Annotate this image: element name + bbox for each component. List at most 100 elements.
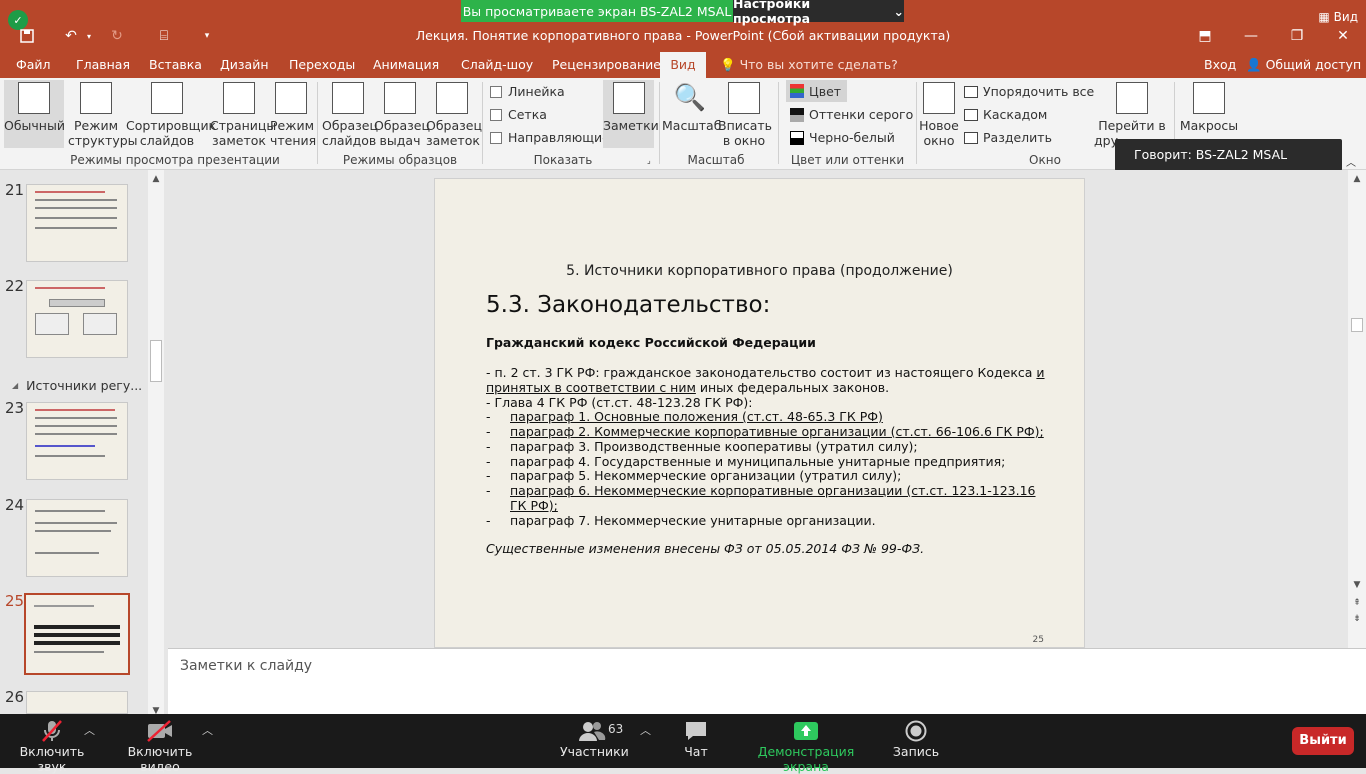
thumbnails-scrollbar[interactable]: ▲ ▼ [148, 170, 164, 716]
slide-list-item[interactable]: - параграф 1. Основные положения (ст.ст. … [486, 409, 883, 424]
window-title: Лекция. Понятие корпоративного права - P… [415, 28, 951, 43]
participants-caret-icon[interactable]: ︿ [640, 722, 651, 738]
editor-scrollbar[interactable]: ▲ ▼ ⇞ ⇟ [1348, 170, 1366, 648]
tab-slideshow[interactable]: Слайд-шоу [457, 52, 537, 78]
zoom-view-button[interactable]: ▦ Вид [1318, 10, 1358, 24]
slide-thumbnail[interactable] [26, 402, 128, 480]
slide-number: 21 [5, 181, 25, 199]
tab-design[interactable]: Дизайн [216, 52, 273, 78]
zoom-button[interactable]: 🔍 Масштаб [662, 80, 721, 148]
video-options-caret-icon[interactable]: ︿ [202, 722, 213, 738]
slide-bold-text[interactable]: Гражданский кодекс Российской Федерации [486, 335, 816, 350]
thumb-line [35, 425, 117, 427]
thumb-line [35, 522, 117, 524]
notes-placeholder: Заметки к слайду [180, 658, 313, 674]
color-button[interactable]: Цвет [786, 80, 848, 102]
slide-thumbnail[interactable] [26, 280, 128, 358]
ribbon-tabs: Файл Главная Вставка Дизайн Переходы Ани… [0, 52, 1366, 78]
reading-view-button[interactable]: Режим чтения [270, 80, 316, 148]
slide-text-line[interactable]: - Глава 4 ГК РФ (ст.ст. 48-123.28 ГК РФ)… [486, 395, 753, 410]
audio-options-caret-icon[interactable]: ︿ [84, 722, 95, 738]
tab-file[interactable]: Файл [12, 52, 55, 78]
minimize-button[interactable]: — [1228, 24, 1274, 48]
grayscale-button[interactable]: Оттенки серого [790, 107, 913, 122]
tab-home[interactable]: Главная [72, 52, 134, 78]
slide-thumbnail[interactable] [26, 184, 128, 262]
thumb-line [49, 299, 105, 307]
close-button[interactable]: ✕ [1320, 24, 1366, 48]
slide-list-item[interactable]: - параграф 3. Производственные кооператив… [486, 439, 918, 454]
guides-checkbox[interactable]: Направляющие [490, 130, 610, 145]
notes-page-button[interactable]: Страницы заметок [210, 80, 276, 148]
slide-list-item[interactable]: - параграф 2. Коммерческие корпоративные … [486, 424, 1044, 439]
handout-master-button[interactable]: Образец выдач [374, 80, 430, 148]
share-screen-button[interactable]: Демонстрация экрана [742, 718, 870, 774]
tab-animation[interactable]: Анимация [369, 52, 443, 78]
thumb-line [35, 409, 115, 411]
tab-review[interactable]: Рецензирование [548, 52, 665, 78]
next-slide-icon[interactable]: ⇟ [1349, 612, 1365, 626]
slide-heading[interactable]: 5.3. Законодательство: [486, 292, 770, 318]
cascade-button[interactable]: Каскадом [964, 107, 1047, 122]
fit-to-window-button[interactable]: Вписать в окно [718, 80, 772, 148]
slide-thumbnail[interactable] [26, 499, 128, 577]
slide-master-button[interactable]: Образец слайдов [322, 80, 378, 148]
share-button[interactable]: 👤 Общий доступ [1246, 52, 1361, 78]
slide-canvas[interactable]: 5. Источники корпоративного права (продо… [434, 178, 1085, 648]
slide-subtitle[interactable]: 5. Источники корпоративного права (продо… [435, 263, 1084, 279]
show-dialog-launcher-icon[interactable]: ⌟ [647, 156, 651, 165]
slide-list-item[interactable]: - параграф 7. Некоммерческие унитарные ор… [486, 513, 876, 528]
thumb-line [35, 199, 117, 201]
black-white-button[interactable]: Черно-белый [790, 130, 895, 145]
tab-insert[interactable]: Вставка [145, 52, 206, 78]
checkbox-icon [490, 85, 502, 98]
scrollbar-thumb[interactable] [1351, 318, 1363, 332]
start-video-button[interactable]: Включить видео [112, 718, 208, 774]
thumb-line [35, 313, 69, 335]
arrange-all-button[interactable]: Упорядочить все [964, 84, 1094, 99]
scroll-up-icon[interactable]: ▲ [148, 172, 164, 186]
tab-view[interactable]: Вид [660, 52, 706, 78]
slide-thumbnail-current[interactable] [24, 593, 130, 675]
chat-button[interactable]: Чат [676, 718, 716, 759]
previous-slide-icon[interactable]: ⇞ [1349, 596, 1365, 610]
new-window-icon [923, 82, 955, 114]
sign-in-link[interactable]: Вход [1204, 52, 1236, 78]
slide-list-item[interactable]: - параграф 4. Государственные и муниципал… [486, 454, 1005, 469]
slide-list-item[interactable]: ГК РФ); [486, 498, 558, 513]
tab-transitions[interactable]: Переходы [285, 52, 359, 78]
ribbon-options-icon[interactable]: ⬒ [1182, 24, 1228, 48]
slide-text-line[interactable]: принятых в соответствии с ним иных федер… [486, 380, 889, 395]
outline-view-button[interactable]: Режим структуры [68, 80, 138, 148]
notes-pane[interactable]: Заметки к слайду [168, 648, 1366, 714]
switch-windows-button[interactable]: Перейти в дру [1094, 80, 1170, 148]
notes-toggle-button[interactable]: Заметки [603, 80, 659, 148]
normal-view-button[interactable]: Обычный [4, 80, 65, 148]
new-window-button[interactable]: Новое окно [918, 80, 960, 148]
slide-italic-note[interactable]: Существенные изменения внесены ФЗ от 05.… [486, 541, 924, 556]
notes-master-button[interactable]: Образец заметок [426, 80, 482, 148]
macros-button[interactable]: Макросы [1178, 80, 1240, 148]
scroll-down-icon[interactable]: ▼ [1349, 578, 1365, 592]
tell-me-search[interactable]: 💡 Что вы хотите сделать? [720, 52, 898, 78]
scrollbar-thumb[interactable] [150, 340, 162, 382]
slide-thumbnail[interactable] [26, 691, 128, 714]
slide-list-item[interactable]: - параграф 6. Некоммерческие корпоративны… [486, 483, 1036, 498]
unmute-button[interactable]: Включить звук [8, 718, 96, 774]
split-icon [964, 131, 978, 144]
group-label-window: Окно [1029, 153, 1061, 167]
thumb-line [35, 455, 105, 457]
view-options-dropdown[interactable]: Настройки просмотра ⌄ [733, 0, 904, 26]
slide-text-line[interactable]: - п. 2 ст. 3 ГК РФ: гражданское законода… [486, 365, 1045, 380]
leave-meeting-button[interactable]: Выйти [1292, 727, 1354, 755]
slide-list-item[interactable]: - параграф 5. Некоммерческие организации … [486, 468, 901, 483]
collapse-ribbon-icon[interactable]: ︿ [1346, 154, 1356, 169]
slide-sorter-button[interactable]: Сортировщик слайдов [126, 80, 216, 148]
restore-button[interactable]: ❐ [1274, 24, 1320, 48]
record-button[interactable]: Запись [890, 718, 942, 759]
grid-checkbox[interactable]: Сетка [490, 107, 547, 122]
scroll-up-icon[interactable]: ▲ [1349, 172, 1365, 186]
section-header[interactable]: ◢ Источники регу... [12, 378, 142, 393]
split-button[interactable]: Разделить [964, 130, 1052, 145]
ruler-checkbox[interactable]: Линейка [490, 84, 565, 99]
